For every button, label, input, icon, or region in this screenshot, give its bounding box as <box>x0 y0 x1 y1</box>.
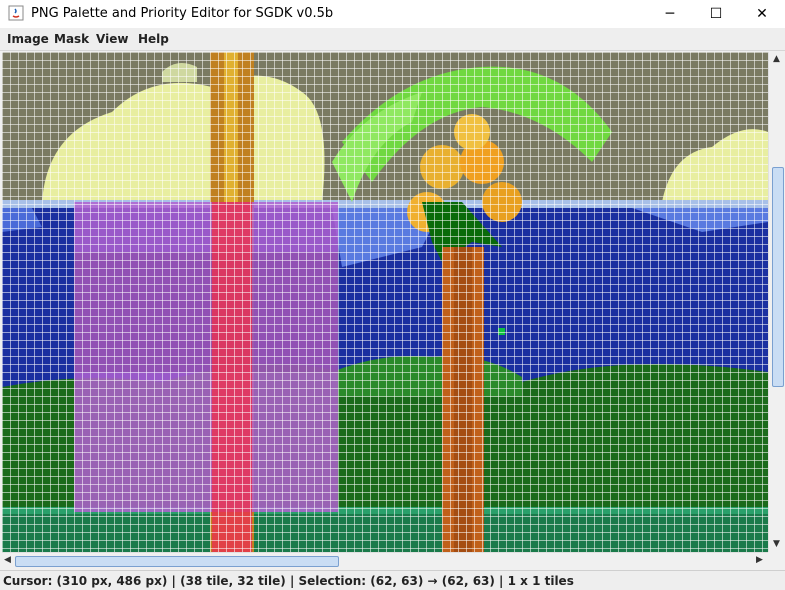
horizontal-scrollbar[interactable]: ◀ ▶ <box>2 552 768 569</box>
scroll-up-icon[interactable]: ▲ <box>773 54 780 64</box>
close-button[interactable]: ✕ <box>739 0 785 28</box>
scroll-down-icon[interactable]: ▼ <box>773 539 780 549</box>
minimize-icon: ─ <box>665 6 675 22</box>
close-icon: ✕ <box>756 6 768 22</box>
java-app-icon <box>8 5 24 21</box>
maximize-icon: ☐ <box>709 6 723 22</box>
menu-view[interactable]: View <box>96 32 128 46</box>
menu-help[interactable]: Help <box>138 32 169 46</box>
image-canvas[interactable] <box>2 52 768 552</box>
window-title: PNG Palette and Priority Editor for SGDK… <box>31 6 334 21</box>
maximize-button[interactable]: ☐ <box>693 0 739 28</box>
scroll-right-icon[interactable]: ▶ <box>756 555 763 565</box>
menu-image[interactable]: Image <box>7 32 49 46</box>
vertical-scroll-thumb[interactable] <box>772 167 784 387</box>
status-text: Cursor: (310 px, 486 px) | (38 tile, 32 … <box>3 574 574 588</box>
minimize-button[interactable]: ─ <box>647 0 693 28</box>
vertical-scrollbar[interactable]: ▲ ▼ <box>768 52 785 552</box>
horizontal-scroll-thumb[interactable] <box>15 556 339 567</box>
menu-mask[interactable]: Mask <box>54 32 89 46</box>
title-bar: PNG Palette and Priority Editor for SGDK… <box>0 0 785 28</box>
scroll-left-icon[interactable]: ◀ <box>4 555 11 565</box>
menu-bar: Image Mask View Help <box>0 28 785 51</box>
tile-grid-overlay <box>2 52 768 552</box>
status-bar: Cursor: (310 px, 486 px) | (38 tile, 32 … <box>0 570 785 590</box>
